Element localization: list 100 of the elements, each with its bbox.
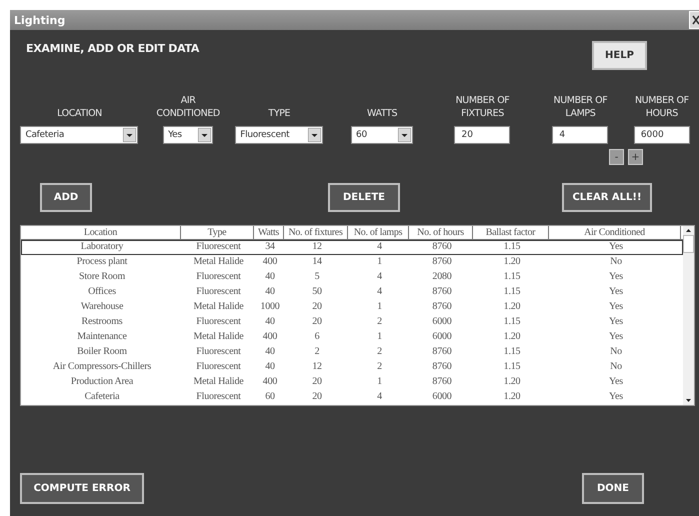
table-cell-text: 1.15 xyxy=(502,271,522,284)
table-row[interactable]: Cafeteria Fluorescent 60 20 4 6000 1.20 Yes xyxy=(21,390,683,405)
scrollbar[interactable] xyxy=(683,226,694,405)
table-cell-text: 2 xyxy=(376,316,383,329)
column-header[interactable]: No. of hours xyxy=(409,226,473,239)
window-title: Lighting xyxy=(14,14,66,26)
table-cell-text: Process plant xyxy=(76,256,128,269)
scroll-thumb[interactable] xyxy=(683,235,694,253)
input-field[interactable]: 4 xyxy=(552,126,608,144)
table-cell-text: Cafeteria xyxy=(84,391,120,404)
dropdown[interactable]: Cafeteria xyxy=(20,126,138,144)
table-cell-text: No xyxy=(609,346,623,359)
field-label: TYPE xyxy=(268,107,290,120)
table-cell-text: 20 xyxy=(311,376,323,389)
table-cell-text: 1.15 xyxy=(502,241,522,254)
action-button[interactable]: DELETE xyxy=(328,183,400,212)
column-header[interactable]: Air Conditioned xyxy=(549,226,681,239)
close-icon[interactable] xyxy=(689,11,699,29)
table-cell-text: 50 xyxy=(311,286,323,299)
table-cell-text: Metal Halide xyxy=(192,301,245,314)
table-cell-text: 2080 xyxy=(431,271,453,284)
table-cell-text: Yes xyxy=(608,391,624,404)
dropdown-arrow-icon[interactable] xyxy=(198,128,212,142)
table-cell-text: 1.15 xyxy=(502,316,522,329)
column-header[interactable]: Type xyxy=(181,226,254,239)
table-cell-text: 1.15 xyxy=(502,286,522,299)
dropdown-arrow-icon[interactable] xyxy=(398,128,412,142)
table-cell-text: Metal Halide xyxy=(192,331,245,344)
table-cell-text: 40 xyxy=(264,361,276,374)
table-cell-text: 14 xyxy=(311,256,323,269)
action-button[interactable]: CLEAR ALL!! xyxy=(562,183,652,212)
table-cell-text: 400 xyxy=(262,256,278,269)
spin-button[interactable]: + xyxy=(628,149,643,165)
done-button[interactable]: DONE xyxy=(582,473,644,504)
table-cell-text: 40 xyxy=(264,286,276,299)
table-cell-text: Air Compressors-Chillers xyxy=(52,361,152,374)
field-label: AIR CONDITIONED xyxy=(155,94,221,120)
table-cell-text: Boiler Room xyxy=(76,346,128,359)
dropdown[interactable]: Fluorescent xyxy=(235,126,324,144)
table-cell-text: No xyxy=(609,361,623,374)
table-cell-text: 4 xyxy=(376,271,383,284)
dropdown[interactable]: 60 xyxy=(351,126,414,144)
table-cell-text: 1 xyxy=(376,376,383,389)
action-button[interactable]: ADD xyxy=(40,183,92,212)
help-button[interactable]: HELP xyxy=(592,41,647,70)
field-label: NUMBER OF HOURS xyxy=(634,94,690,120)
table-row[interactable]: Laboratory Fluorescent 34 12 4 8760 1.15 Yes xyxy=(21,240,683,255)
table-cell-text: 40 xyxy=(264,316,276,329)
table-cell-text: Fluorescent xyxy=(195,346,242,359)
table-cell-text: 6000 xyxy=(431,316,453,329)
table-cell-text: 4 xyxy=(376,241,383,254)
table-cell-text: Yes xyxy=(608,271,624,284)
table-cell-text: 6 xyxy=(314,331,320,344)
table-cell-text: No xyxy=(609,256,623,269)
table-row[interactable]: Store Room Fluorescent 40 5 4 2080 1.15 Yes xyxy=(21,270,683,285)
table-row[interactable]: Warehouse Metal Halide 1000 20 1 8760 1.20 Yes xyxy=(21,300,683,315)
table-cell-text: 2 xyxy=(376,346,383,359)
table-cell-text: 4 xyxy=(376,391,383,404)
input-field[interactable]: 20 xyxy=(454,126,510,144)
column-header[interactable]: Watts xyxy=(254,226,284,239)
dropdown[interactable]: Yes xyxy=(163,126,214,144)
table-row[interactable]: Production Area Metal Halide 400 20 1 8760 1.20 Yes xyxy=(21,375,683,390)
table-cell-text: 60 xyxy=(264,391,276,404)
dropdown-arrow-icon[interactable] xyxy=(308,128,322,142)
input-field[interactable]: 6000 xyxy=(634,126,690,144)
table-cell-text: 1 xyxy=(376,301,383,314)
table-cell-text: 2 xyxy=(376,361,383,374)
field-label: NUMBER OF FIXTURES xyxy=(454,94,510,120)
dropdown-arrow-icon[interactable] xyxy=(123,128,136,142)
table-cell-text: 20 xyxy=(311,391,323,404)
table-row[interactable]: Air Compressors-Chillers Fluorescent 40 12 2 8760 1.15 No xyxy=(21,360,683,375)
column-header[interactable]: Location xyxy=(21,226,181,239)
table-row[interactable]: Maintenance Metal Halide 400 6 1 6000 1.20 Yes xyxy=(21,330,683,345)
table-row[interactable]: Process plant Metal Halide 400 14 1 8760 1.20 No xyxy=(21,255,683,270)
table-cell-text: 12 xyxy=(311,361,323,374)
table-cell-text: Restrooms xyxy=(80,316,124,329)
table-cell-text: 8760 xyxy=(431,301,453,314)
table-cell-text: 40 xyxy=(264,346,276,359)
spin-button[interactable]: - xyxy=(609,149,624,165)
table-cell-text: 6000 xyxy=(431,391,453,404)
compute-error-button[interactable]: COMPUTE ERROR xyxy=(20,473,144,504)
table-cell-text: 12 xyxy=(311,241,323,254)
column-header[interactable]: Ballast factor xyxy=(473,226,549,239)
table-cell-text: 400 xyxy=(262,376,278,389)
field-label: NUMBER OF LAMPS xyxy=(552,94,608,120)
table-cell-text: 6000 xyxy=(431,331,453,344)
table-cell-text: 40 xyxy=(264,271,276,284)
table-cell-text: 8760 xyxy=(431,256,453,269)
table-cell-text: 1.15 xyxy=(502,346,522,359)
table-cell-text: 1000 xyxy=(259,301,281,314)
table-row[interactable]: Boiler Room Fluorescent 40 2 2 8760 1.15 No xyxy=(21,345,683,360)
table-cell-text: Production Area xyxy=(70,376,134,389)
table-cell-text: 8760 xyxy=(431,376,453,389)
table-row[interactable]: Offices Fluorescent 40 50 4 8760 1.15 Yes xyxy=(21,285,683,300)
column-header[interactable]: No. of fixtures xyxy=(284,226,348,239)
table-cell-text: Maintenance xyxy=(76,331,128,344)
table-row[interactable]: Restrooms Fluorescent 40 20 2 6000 1.15 Yes xyxy=(21,315,683,330)
column-header[interactable]: No. of lamps xyxy=(348,226,409,239)
table-cell-text: 1.20 xyxy=(502,301,522,314)
table-cell-text: Yes xyxy=(608,376,624,389)
